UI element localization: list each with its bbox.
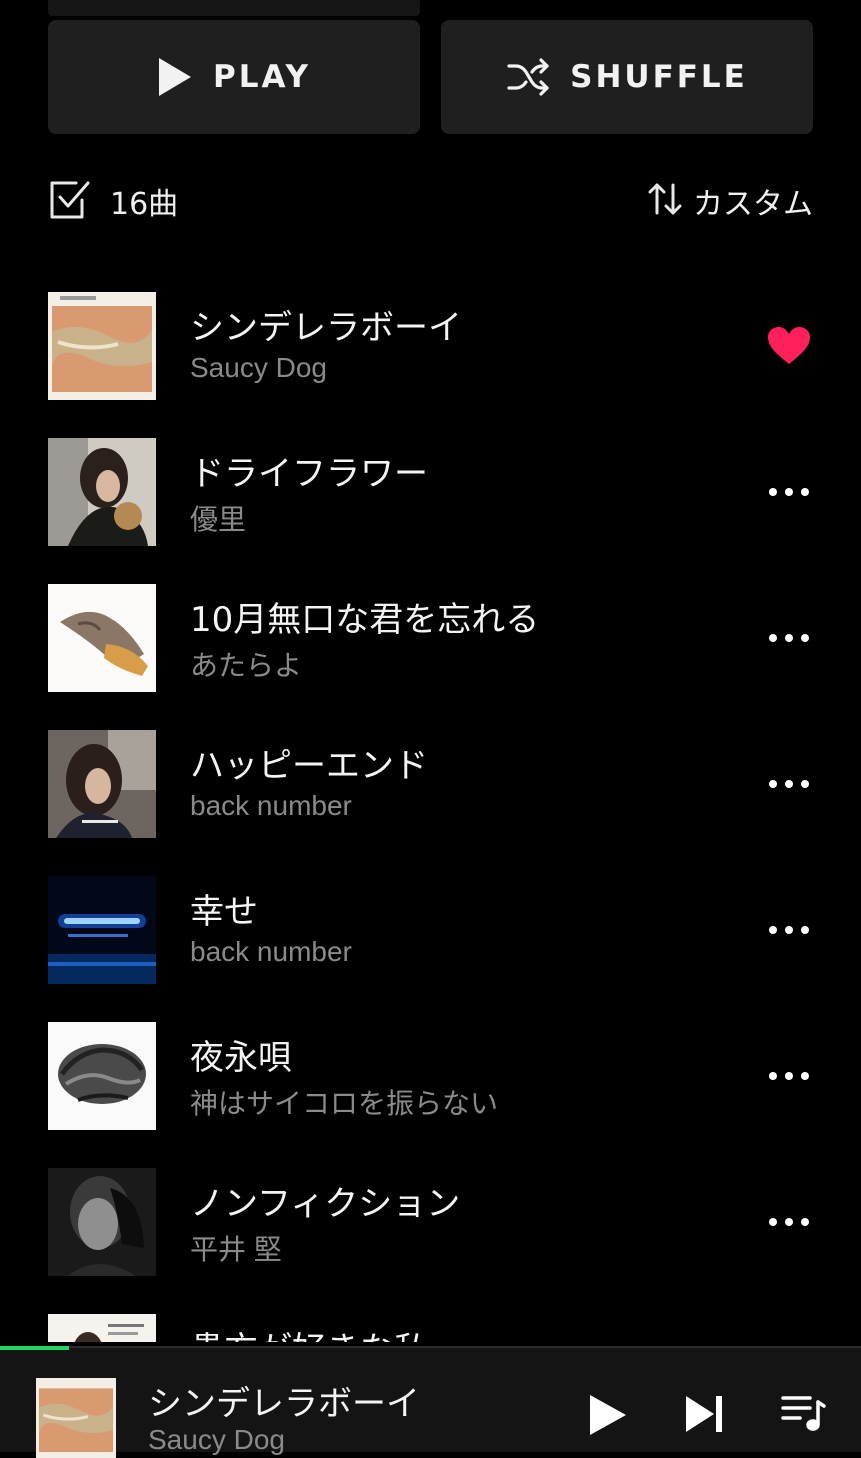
heart-icon (768, 327, 810, 364)
track-title: ドライフラワー (190, 454, 428, 494)
queue-music-icon (781, 1396, 826, 1431)
next-track-button[interactable] (682, 1392, 726, 1436)
more-horizontal-icon (769, 926, 809, 934)
album-art-atarayo (48, 584, 156, 692)
sort-button[interactable]: カスタム (647, 179, 813, 223)
album-art-nonfiction (48, 1168, 156, 1276)
more-options-button[interactable] (765, 620, 813, 656)
queue-button[interactable] (780, 1392, 826, 1432)
mini-player[interactable]: シンデレラボーイ Saucy Dog (0, 1346, 861, 1458)
track-title: 夜永唄 (190, 1038, 292, 1078)
select-tracks-button[interactable]: 16曲 (48, 177, 178, 225)
list-subheader: 16曲 カスタム (48, 176, 813, 226)
track-artist: 優里 (190, 504, 247, 535)
more-options-button[interactable] (765, 474, 813, 510)
track-row[interactable]: 幸せ back number (0, 876, 861, 986)
track-artist: Saucy Dog (190, 352, 327, 383)
album-art-dry-flower (48, 438, 156, 546)
track-title: 10月無口な君を忘れる (190, 600, 540, 640)
track-artist: あたらよ (190, 650, 303, 681)
play-icon (157, 56, 193, 98)
album-art-shiawase (48, 876, 156, 984)
more-horizontal-icon (769, 1072, 809, 1080)
track-row[interactable]: ノンフィクション 平井 堅 (0, 1168, 861, 1278)
now-playing-art (36, 1378, 116, 1458)
album-art-partial (48, 1314, 156, 1342)
album-art-yonaga-uta (48, 1022, 156, 1130)
more-options-button[interactable] (765, 766, 813, 802)
track-title: シンデレラボーイ (190, 308, 462, 348)
more-horizontal-icon (769, 634, 809, 642)
track-title: ノンフィクション (190, 1184, 461, 1224)
now-playing-title: シンデレラボーイ (148, 1384, 420, 1424)
more-options-button[interactable] (765, 1058, 813, 1094)
track-artist: 神はサイコロを振らない (190, 1088, 499, 1119)
play-label: PLAY (213, 59, 311, 95)
now-playing-artist: Saucy Dog (148, 1424, 285, 1455)
track-row[interactable]: 貴方が好きな私 (0, 1314, 861, 1342)
album-art-happy-end (48, 730, 156, 838)
previous-section-edge (48, 0, 420, 16)
track-row[interactable]: シンデレラボーイ Saucy Dog (0, 292, 861, 402)
more-horizontal-icon (769, 1218, 809, 1226)
track-title: 幸せ (190, 892, 258, 932)
track-list: シンデレラボーイ Saucy Dog ドライフラワー 優里 10月無口な君を忘れ… (0, 292, 861, 1342)
track-artist: back number (190, 936, 352, 967)
checkbox-icon (48, 177, 92, 225)
more-options-button[interactable] (765, 912, 813, 948)
like-button[interactable] (765, 322, 813, 370)
track-artist: 平井 堅 (190, 1234, 282, 1265)
play-icon (590, 1395, 626, 1435)
skip-next-icon (686, 1396, 722, 1432)
track-row[interactable]: 10月無口な君を忘れる あたらよ (0, 584, 861, 694)
sort-icon (647, 181, 683, 221)
play-button[interactable]: PLAY (48, 20, 420, 134)
track-row[interactable]: 夜永唄 神はサイコロを振らない (0, 1022, 861, 1132)
album-art-cinderella-boy (48, 292, 156, 400)
track-artist: back number (190, 790, 352, 821)
shuffle-button[interactable]: SHUFFLE (441, 20, 813, 134)
track-row[interactable]: ハッピーエンド back number (0, 730, 861, 840)
play-pause-button[interactable] (584, 1392, 630, 1438)
track-count: 16曲 (110, 187, 179, 222)
track-title: 貴方が好きな私 (190, 1322, 428, 1342)
more-horizontal-icon (769, 488, 809, 496)
more-options-button[interactable] (765, 1204, 813, 1240)
more-horizontal-icon (769, 780, 809, 788)
track-row[interactable]: ドライフラワー 優里 (0, 438, 861, 548)
track-title: ハッピーエンド (190, 746, 428, 786)
sort-label: カスタム (693, 187, 813, 222)
playback-progress[interactable] (0, 1346, 69, 1350)
shuffle-icon (506, 58, 550, 96)
shuffle-label: SHUFFLE (570, 59, 748, 95)
